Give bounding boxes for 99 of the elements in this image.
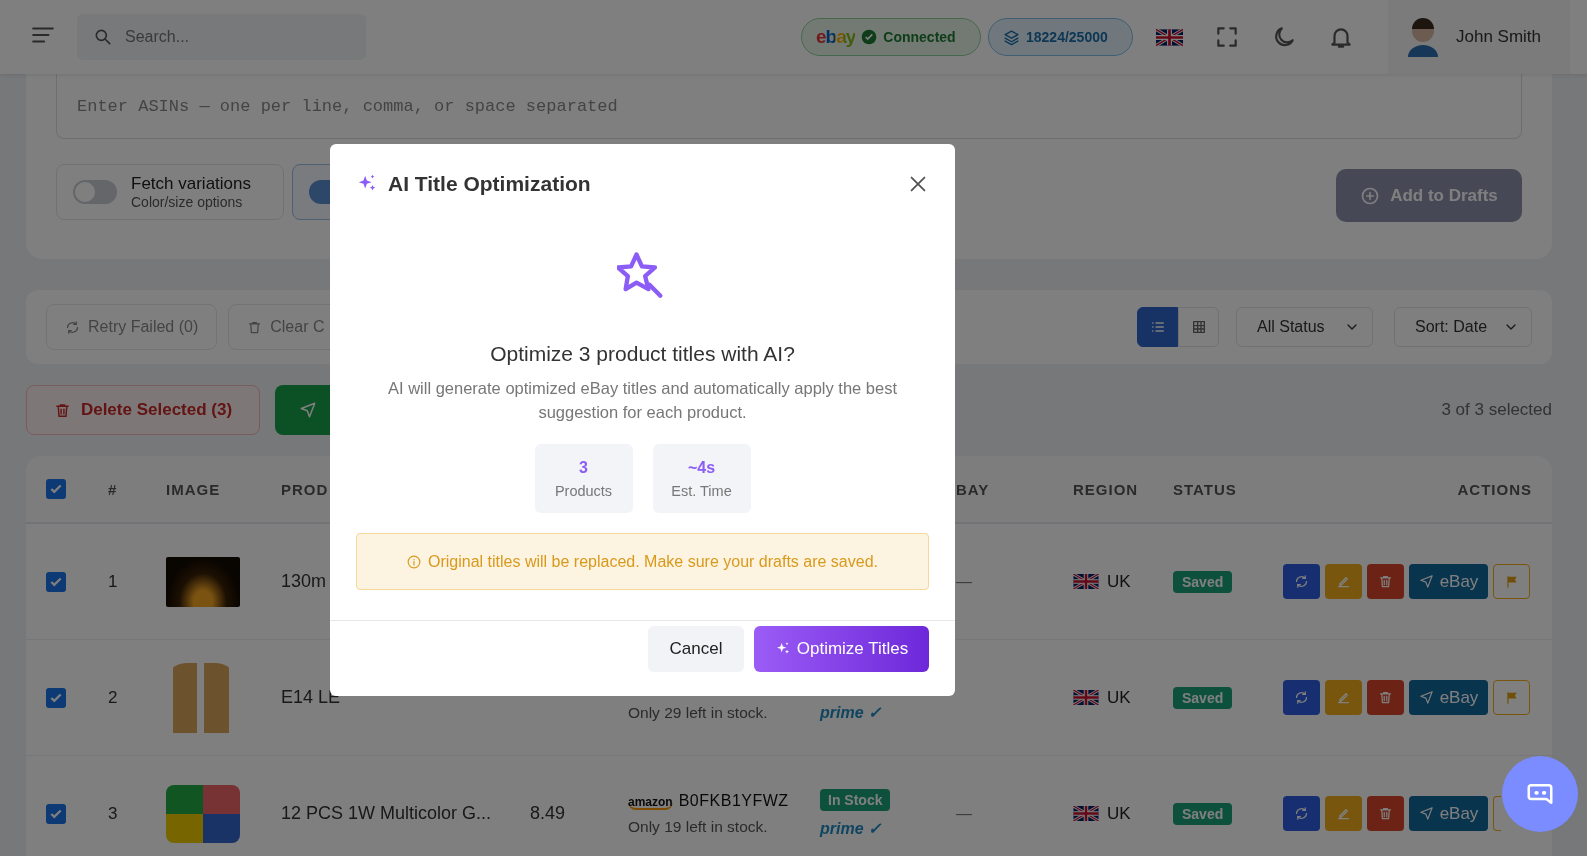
dialog-description: AI will generate optimized eBay titles and automatically apply the best suggestion for each product. bbox=[387, 378, 898, 423]
delete-button[interactable] bbox=[1367, 796, 1404, 831]
row-number: 3 bbox=[108, 803, 119, 824]
send-icon bbox=[1418, 806, 1434, 821]
user-name: John Smith bbox=[1456, 27, 1542, 47]
avatar-icon bbox=[1406, 17, 1440, 57]
uk-flag-icon bbox=[1073, 574, 1099, 589]
checkbox[interactable] bbox=[46, 479, 66, 499]
amazon-logo: amazon bbox=[628, 795, 673, 810]
region: UK bbox=[1107, 687, 1131, 708]
product-title: 130m bbox=[281, 571, 327, 591]
edit-button[interactable] bbox=[1325, 680, 1362, 715]
product-title: 12 PCS 1W Multicolor G... bbox=[281, 803, 492, 823]
select-field[interactable]: All Status bbox=[1236, 307, 1373, 347]
view-toggle[interactable] bbox=[1137, 307, 1178, 347]
option-subtitle: Color/size options bbox=[131, 194, 244, 210]
stock-badge: In Stock bbox=[820, 789, 891, 811]
column-header: REGION bbox=[1073, 480, 1139, 498]
column-header: STATUS bbox=[1173, 480, 1237, 498]
region: UK bbox=[1107, 803, 1131, 824]
stat-value: ~4s bbox=[687, 458, 716, 477]
select-field[interactable]: Sort: Date bbox=[1394, 307, 1532, 347]
refresh-icon bbox=[1294, 690, 1309, 705]
selection-count: 3 of 3 selected bbox=[1441, 400, 1552, 420]
refresh-button[interactable] bbox=[1283, 680, 1320, 715]
trash-icon bbox=[1378, 806, 1393, 821]
edit-button[interactable] bbox=[1325, 564, 1362, 599]
info-icon bbox=[407, 554, 421, 569]
flag-icon bbox=[1504, 690, 1519, 705]
checkbox[interactable] bbox=[46, 803, 66, 824]
refresh-icon bbox=[1294, 806, 1309, 821]
pencil-icon bbox=[1336, 574, 1351, 589]
ebay-value: — bbox=[956, 572, 972, 590]
search-icon bbox=[93, 27, 113, 47]
column-header: PROD bbox=[281, 480, 329, 498]
fullscreen-icon bbox=[1214, 24, 1240, 50]
ebay-value: — bbox=[956, 804, 972, 822]
send-icon bbox=[299, 401, 317, 419]
ebay-button[interactable]: eBay bbox=[1409, 796, 1488, 831]
search-field[interactable]: Search... bbox=[77, 14, 366, 60]
dialog-heading: Optimize 3 product titles with AI? bbox=[490, 342, 795, 366]
column-header: IMAGE bbox=[166, 480, 221, 498]
trash-icon bbox=[247, 319, 263, 335]
column-header: BAY bbox=[956, 480, 990, 498]
column-header: # bbox=[108, 480, 118, 498]
stat-value: 3 bbox=[579, 458, 588, 477]
flag-icon bbox=[1504, 574, 1519, 589]
credits-count: 18224/25000 bbox=[1026, 29, 1108, 45]
prime-label: prime ✓ bbox=[820, 703, 881, 722]
refresh-button[interactable] bbox=[1283, 564, 1320, 599]
delete-selected-button[interactable]: Delete Selected (3) bbox=[26, 385, 260, 435]
delete-button[interactable] bbox=[1367, 564, 1404, 599]
price: 8.49 bbox=[530, 803, 566, 823]
column-header: ACTIONS bbox=[1457, 480, 1532, 498]
ebay-button[interactable]: eBay bbox=[1409, 564, 1488, 599]
option-title: Fetch variations bbox=[131, 174, 251, 194]
ebay-button[interactable]: eBay bbox=[1409, 680, 1488, 715]
stat-label: Est. Time bbox=[671, 482, 732, 499]
delete-button[interactable] bbox=[1367, 680, 1404, 715]
pencil-icon bbox=[1336, 690, 1351, 705]
checkbox[interactable] bbox=[46, 571, 66, 592]
row-number: 1 bbox=[108, 571, 119, 592]
asin: B0FKB1YFWZ bbox=[678, 791, 789, 810]
row-number: 2 bbox=[108, 687, 119, 708]
status-badge: Saved bbox=[1173, 570, 1233, 593]
grid-icon bbox=[1190, 319, 1207, 335]
dialog-title: AI Title Optimization bbox=[388, 172, 591, 196]
prime-label: prime ✓ bbox=[820, 819, 881, 838]
pencil-icon bbox=[1336, 806, 1351, 821]
connection-status: Connected bbox=[883, 29, 956, 45]
uk-flag-icon bbox=[1073, 806, 1099, 821]
status-badge: Saved bbox=[1173, 802, 1233, 825]
warning-text: Original titles will be replaced. Make sure your drafts are saved. bbox=[428, 552, 878, 571]
plus-circle-icon bbox=[1360, 185, 1381, 206]
status-badge: Saved bbox=[1173, 686, 1233, 709]
stock-note: Only 29 left in stock. bbox=[628, 703, 769, 722]
trash-icon bbox=[53, 401, 71, 419]
refresh-icon bbox=[1294, 574, 1309, 589]
toolbar-button[interactable]: Retry Failed (0) bbox=[46, 304, 218, 350]
asin-input-field[interactable]: Enter ASINs — one per line, comma, or space separated bbox=[56, 74, 1522, 139]
trash-icon bbox=[1378, 574, 1393, 589]
trash-icon bbox=[1378, 690, 1393, 705]
checkbox[interactable] bbox=[46, 687, 66, 708]
send-icon bbox=[1418, 690, 1434, 705]
cancel-button[interactable]: Cancel bbox=[648, 626, 744, 672]
edit-button[interactable] bbox=[1325, 796, 1362, 831]
send-icon bbox=[1418, 574, 1434, 589]
checkmark-icon bbox=[49, 482, 63, 496]
toggle-switch[interactable] bbox=[73, 180, 117, 204]
optimize-titles-button[interactable]: Optimize Titles bbox=[754, 626, 929, 672]
refresh-button[interactable] bbox=[1283, 796, 1320, 831]
check-circle-icon bbox=[861, 29, 878, 45]
stat-label: Products bbox=[554, 482, 613, 499]
uk-flag-icon bbox=[1073, 690, 1099, 705]
refresh-icon bbox=[65, 319, 80, 335]
stock-note: Only 19 left in stock. bbox=[628, 817, 769, 836]
layers-icon bbox=[1003, 28, 1020, 46]
region: UK bbox=[1107, 571, 1131, 592]
list-icon bbox=[1149, 319, 1166, 335]
